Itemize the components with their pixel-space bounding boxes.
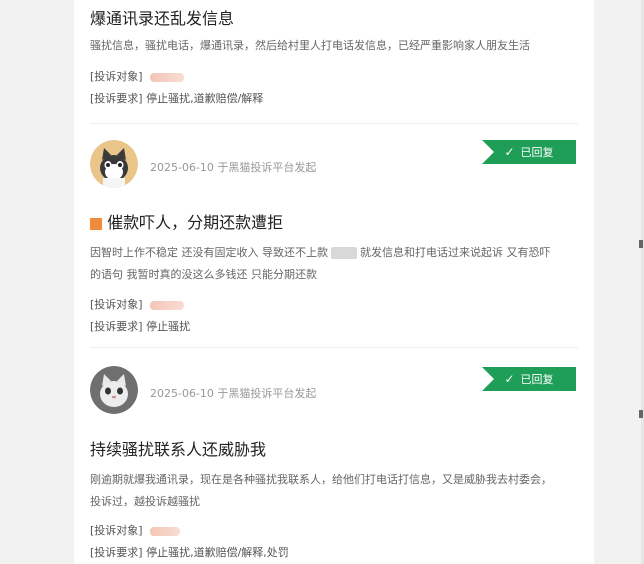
cat-avatar-icon: [90, 140, 138, 188]
redacted-target: [150, 72, 185, 82]
request-value: 停止骚扰,道歉赔偿/解释,处罚: [146, 546, 289, 559]
cat-avatar-icon: [90, 366, 138, 414]
complaint-date: 2025-06-10 于黑猫投诉平台发起: [150, 161, 317, 174]
complaint-request: [投诉要求] 停止骚扰,道歉赔偿/解释,处罚: [90, 544, 289, 560]
divider: [90, 123, 578, 124]
complaint-target: [投诉对象]: [90, 522, 181, 538]
complaint-list: 爆通讯录还乱发信息 骚扰信息，骚扰电话，爆通讯录，然后给村里人打电话发信息，已经…: [74, 0, 594, 564]
edge-marker: [639, 240, 643, 248]
edge-marker: [639, 410, 643, 418]
status-badge: ✓ 已回复: [482, 367, 576, 391]
complaint-request: [投诉要求] 停止骚扰: [90, 318, 190, 334]
right-gutter: [594, 0, 644, 564]
status-badge: ✓ 已回复: [482, 140, 576, 164]
status-label: 已回复: [520, 373, 554, 386]
complaint-title[interactable]: 爆通讯录还乱发信息: [90, 5, 234, 29]
target-label: [投诉对象]: [90, 298, 143, 311]
complaint-title[interactable]: 持续骚扰联系人还威胁我: [90, 436, 266, 460]
complaint-target: [投诉对象]: [90, 68, 185, 84]
status-label: 已回复: [520, 146, 554, 159]
request-value: 停止骚扰: [146, 320, 191, 333]
desc-part-1: 因智时上作不稳定 还没有固定收入 导致还不上款: [90, 246, 328, 259]
request-value: 停止骚扰,道歉赔偿/解释: [146, 92, 264, 105]
complaint-request: [投诉要求] 停止骚扰,道歉赔偿/解释: [90, 90, 263, 106]
request-label: [投诉要求]: [90, 92, 143, 105]
complaint-description: 刚逾期就爆我通讯录，现在是各种骚扰我联系人，给他们打电话打信息，又是威胁我去村委…: [90, 473, 552, 508]
target-label: [投诉对象]: [90, 70, 143, 83]
complaint-description: 骚扰信息，骚扰电话，爆通讯录，然后给村里人打电话发信息，已经严重影响家人朋友生活: [90, 39, 530, 52]
avatar: [90, 366, 138, 414]
check-icon: ✓: [504, 145, 515, 159]
request-label: [投诉要求]: [90, 546, 143, 559]
avatar: [90, 140, 138, 188]
redacted-target: [150, 300, 185, 310]
title-text: 催款吓人，分期还款遭拒: [107, 213, 284, 232]
target-label: [投诉对象]: [90, 524, 143, 537]
request-label: [投诉要求]: [90, 320, 143, 333]
complaint-title[interactable]: 催款吓人，分期还款遭拒: [90, 209, 283, 233]
redacted-logo: [90, 217, 102, 230]
redacted-target: [150, 526, 181, 536]
complaint-date: 2025-06-10 于黑猫投诉平台发起: [150, 387, 317, 400]
complaint-target: [投诉对象]: [90, 296, 185, 312]
check-icon: ✓: [504, 372, 515, 386]
complaint-description: 因智时上作不稳定 还没有固定收入 导致还不上款 就发信息和打电话过来说起诉 又有恐…: [90, 242, 560, 286]
left-gutter: [0, 0, 74, 564]
divider: [90, 347, 578, 348]
redacted-text: [331, 247, 357, 259]
